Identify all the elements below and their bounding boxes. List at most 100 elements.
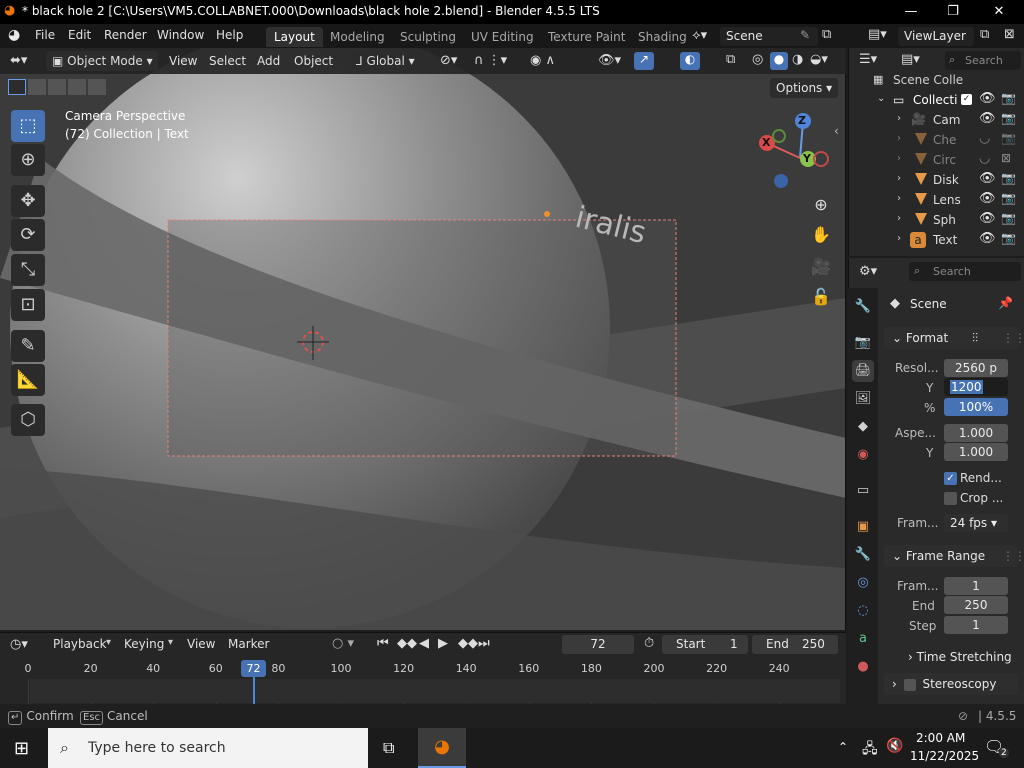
taskbar-search-box[interactable]: ⌕ Type here to search: [48, 728, 368, 768]
select-invert-icon[interactable]: [68, 79, 86, 95]
format-panel-header[interactable]: ⌄ Format ⫶⫶ ⋮⋮: [884, 327, 1024, 349]
render-camera-icon[interactable]: 📷: [1001, 231, 1016, 245]
scene-selector-icon[interactable]: ⟡▾: [692, 28, 707, 43]
shading-wireframe-icon[interactable]: ◎: [752, 52, 763, 67]
chevron-right-icon[interactable]: ›: [897, 153, 901, 164]
object-data-tab-icon[interactable]: a: [852, 628, 874, 650]
outliner-row-mesh[interactable]: › Che ◡ 📷: [849, 130, 1024, 150]
play-icon[interactable]: ▶: [438, 636, 448, 651]
outliner-row-mesh[interactable]: › Lens 👁 📷: [849, 190, 1024, 210]
add-cube-tool[interactable]: ⬡: [11, 404, 45, 436]
material-tab-icon[interactable]: ●: [852, 656, 874, 678]
chevron-right-icon[interactable]: ›: [897, 233, 901, 244]
chevron-right-icon[interactable]: ›: [897, 173, 901, 184]
object-tab-icon[interactable]: ▣: [852, 516, 874, 538]
viewport-menu-select[interactable]: Select: [209, 54, 246, 68]
playhead-marker[interactable]: 72: [241, 660, 266, 677]
transform-tool[interactable]: ⊡: [11, 289, 45, 321]
stereoscopy-panel-header[interactable]: › Stereoscopy: [884, 673, 1018, 695]
menu-file[interactable]: File: [35, 28, 55, 42]
tab-layout[interactable]: Layout: [266, 27, 323, 47]
frame-step-field[interactable]: 1: [944, 616, 1008, 634]
scale-tool[interactable]: ⤡: [11, 254, 45, 286]
render-camera-icon[interactable]: 📷: [1001, 171, 1016, 185]
outliner-filter-icon[interactable]: ▤▾: [901, 52, 920, 67]
render-camera-icon[interactable]: 📷: [1001, 191, 1016, 205]
render-tab-icon[interactable]: 📷: [852, 332, 874, 354]
frame-end-field[interactable]: 250: [944, 596, 1008, 614]
resolution-x-field[interactable]: 2560 p: [944, 359, 1008, 377]
rotate-tool[interactable]: ⟳: [11, 219, 45, 251]
physics-tab-icon[interactable]: ◌: [852, 600, 874, 622]
tab-sculpting[interactable]: Sculpting: [392, 27, 464, 47]
eye-icon[interactable]: 👁: [979, 91, 996, 106]
overlay-toggle-icon[interactable]: ◐: [680, 52, 700, 70]
render-region-checkbox[interactable]: ✓: [944, 472, 957, 485]
remove-viewlayer-icon[interactable]: ⊠: [1004, 27, 1015, 42]
outliner-editor-icon[interactable]: ☰▾: [859, 52, 877, 67]
zoom-icon[interactable]: ⊕: [808, 192, 834, 218]
tool-tab-icon[interactable]: 🔧: [852, 296, 874, 318]
viewport-menu-object[interactable]: Object: [294, 54, 333, 68]
shading-material-icon[interactable]: ◑: [792, 52, 803, 67]
maximize-button[interactable]: ❐: [938, 2, 968, 22]
timeline-menu-playback[interactable]: Playback: [53, 637, 107, 651]
clock-date[interactable]: 11/22/2025: [910, 749, 979, 763]
tab-shading[interactable]: Shading: [630, 27, 686, 47]
select-subtract-icon[interactable]: [48, 79, 66, 95]
prev-keyframe-icon[interactable]: ◆◆: [397, 636, 417, 651]
eye-icon[interactable]: 👁: [979, 211, 996, 226]
blender-taskbar-icon[interactable]: ◕: [418, 728, 466, 768]
navigation-gizmo[interactable]: [755, 108, 835, 198]
outliner-row-mesh[interactable]: › Sph 👁 📷: [849, 210, 1024, 230]
frame-rate-dropdown[interactable]: 24 fps ▾: [944, 514, 1008, 532]
drag-handle-icon[interactable]: ⋮⋮: [1002, 327, 1024, 349]
task-view-icon[interactable]: ⧉: [383, 738, 394, 758]
eye-icon[interactable]: 👁: [979, 171, 996, 186]
menu-window[interactable]: Window: [157, 28, 204, 42]
view-layer-field[interactable]: ViewLayer: [898, 27, 974, 46]
start-frame-field[interactable]: Start 1: [662, 635, 748, 654]
time-stretching-panel-header[interactable]: › Time Stretching: [900, 646, 1018, 668]
play-reverse-icon[interactable]: ◀: [419, 636, 429, 651]
chevron-right-icon[interactable]: ›: [897, 133, 901, 144]
select-extend-icon[interactable]: [28, 79, 46, 95]
stopwatch-icon[interactable]: ⏱: [644, 636, 654, 651]
next-keyframe-icon[interactable]: ◆◆: [458, 636, 478, 651]
sidebar-toggle-icon[interactable]: ‹: [834, 124, 839, 138]
crop-checkbox[interactable]: [944, 492, 957, 505]
outliner-row-text[interactable]: › a Text 👁 📷: [849, 230, 1024, 250]
outliner-row-mesh[interactable]: › Disk 👁 📷: [849, 170, 1024, 190]
eye-closed-icon[interactable]: ◡: [979, 131, 990, 146]
properties-editor-icon[interactable]: ⚙▾: [859, 264, 877, 279]
end-frame-field[interactable]: End 250: [752, 635, 838, 654]
timeline-menu-keying[interactable]: Keying: [124, 637, 164, 651]
drag-handle-icon[interactable]: ⋮⋮: [1002, 545, 1024, 567]
eye-closed-icon[interactable]: ◡: [979, 151, 990, 166]
camera-frame[interactable]: [167, 219, 677, 457]
outliner-row-mesh[interactable]: › Circ ◡ ⊠: [849, 150, 1024, 170]
editor-type-icon[interactable]: ⬌▾: [10, 53, 27, 68]
output-tab-icon[interactable]: 🖨: [852, 360, 874, 382]
resolution-percent-slider[interactable]: 100%: [944, 398, 1008, 416]
eye-icon[interactable]: 👁: [979, 191, 996, 206]
timeline-menu-view[interactable]: View: [187, 637, 215, 651]
aspect-y-field[interactable]: 1.000: [944, 443, 1008, 461]
volume-muted-icon[interactable]: 🔇: [886, 738, 903, 754]
outliner-search-input[interactable]: ⌕ Search: [945, 51, 1021, 70]
tab-uv-editing[interactable]: UV Editing: [463, 27, 542, 47]
resolution-y-input[interactable]: 1200: [944, 378, 1008, 396]
transform-orientation-dropdown[interactable]: ⅃ Global ▾: [352, 51, 430, 71]
scene-pin-icon[interactable]: ✎: [800, 28, 810, 42]
chevron-right-icon[interactable]: ›: [897, 113, 901, 124]
stereoscopy-checkbox[interactable]: [903, 678, 916, 691]
timeline-menu-marker[interactable]: Marker: [228, 637, 269, 651]
network-tray-icon[interactable]: 🖧: [862, 738, 878, 762]
gizmo-toggle-icon[interactable]: ↗: [634, 52, 654, 70]
camera-view-icon[interactable]: 🎥: [808, 254, 834, 280]
frame-start-field[interactable]: 1: [944, 577, 1008, 595]
collection-checkbox[interactable]: ✓: [961, 94, 972, 105]
tab-modeling[interactable]: Modeling: [322, 27, 393, 47]
pin-icon[interactable]: 📌: [998, 296, 1013, 310]
collection-tab-icon[interactable]: ▭: [852, 480, 874, 502]
